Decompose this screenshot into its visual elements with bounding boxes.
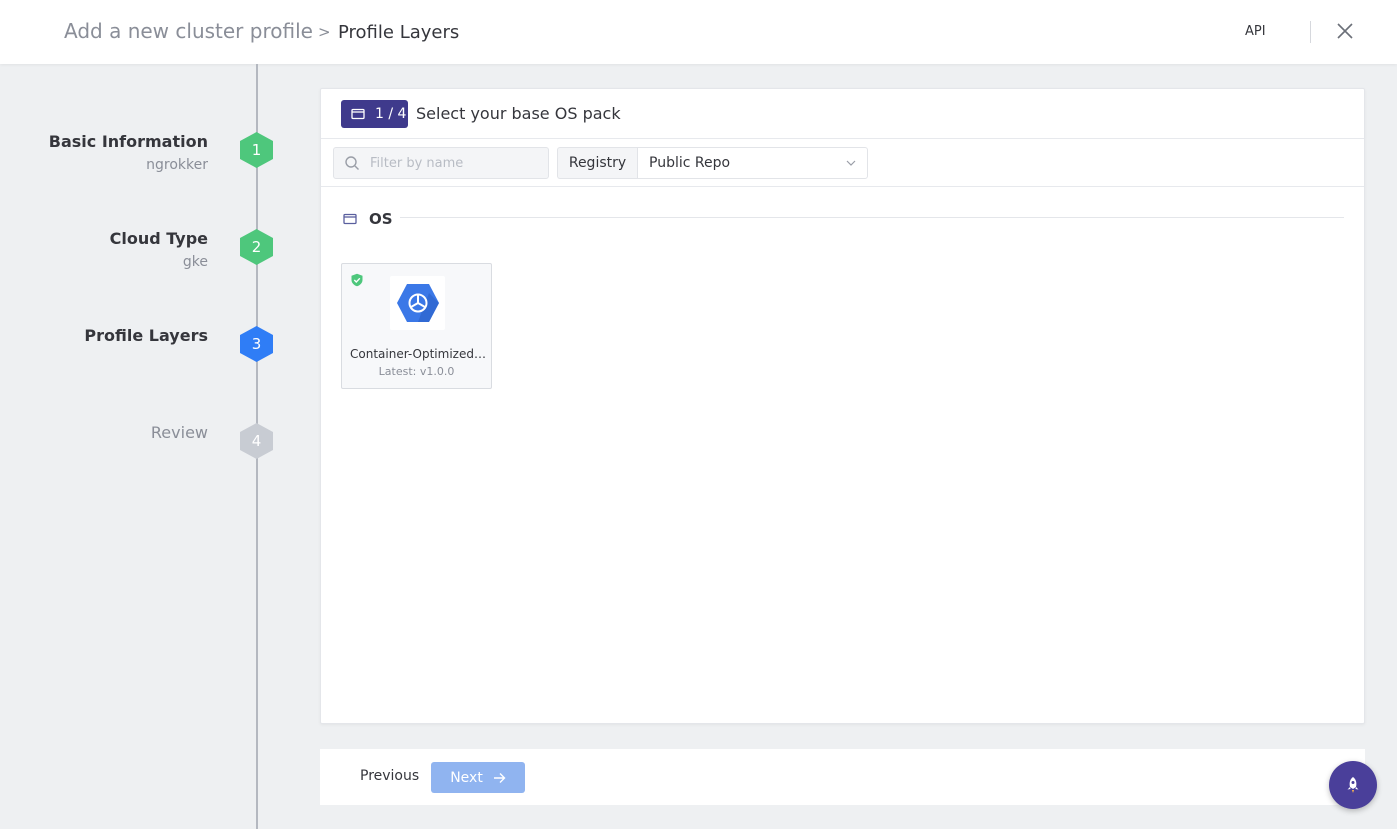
chevron-down-icon: [846, 160, 856, 166]
registry-select[interactable]: Public Repo: [637, 147, 868, 179]
close-icon: [1337, 23, 1353, 39]
layers-icon: [351, 108, 365, 120]
registry-select-value: Public Repo: [649, 155, 731, 171]
pack-logo: [390, 276, 445, 330]
step-progress-text: 1 / 4: [375, 106, 407, 122]
pack-version: Latest: v1.0.0: [378, 365, 455, 378]
section-divider: [400, 217, 1344, 218]
rocket-icon: [1347, 777, 1359, 793]
panel-header: 1 / 4 Select your base OS pack: [321, 89, 1364, 139]
api-link[interactable]: API: [1245, 24, 1266, 39]
pack-selection-panel: 1 / 4 Select your base OS pack Registry …: [320, 88, 1365, 724]
previous-button[interactable]: Previous: [360, 768, 419, 784]
pack-card[interactable]: Container-Optimized OS Latest: v1.0.0: [341, 263, 492, 389]
header-divider: [1310, 21, 1311, 43]
help-assistant-button[interactable]: [1329, 761, 1377, 809]
arrow-right-icon: [493, 772, 506, 783]
layer-icon: [343, 213, 357, 225]
breadcrumb-separator: >: [318, 23, 331, 41]
breadcrumb-current: Profile Layers: [338, 22, 460, 43]
search-icon: [345, 156, 359, 170]
step-title-profile-layers: Profile Layers: [84, 326, 208, 345]
panel-title: Select your base OS pack: [416, 104, 621, 123]
step-number: 2: [251, 238, 262, 256]
next-button[interactable]: Next: [431, 762, 525, 793]
step-marker-1: 1: [240, 132, 273, 168]
step-number: 3: [251, 335, 262, 353]
filter-bar: Registry Public Repo: [321, 139, 1364, 187]
search-input[interactable]: [370, 148, 540, 178]
step-subtitle-basic-information: ngrokker: [146, 157, 208, 173]
step-number: 4: [251, 432, 262, 450]
step-title-review: Review: [150, 423, 208, 442]
step-progress-badge: 1 / 4: [341, 100, 408, 128]
search-field: [333, 147, 549, 179]
verified-shield-icon: [351, 273, 363, 287]
step-title-cloud-type[interactable]: Cloud Type: [110, 229, 208, 248]
step-marker-4: 4: [240, 423, 273, 459]
wizard-footer: Previous Next: [320, 749, 1365, 805]
step-title-basic-information[interactable]: Basic Information: [49, 132, 208, 151]
os-section-header: OS: [343, 209, 393, 229]
close-button[interactable]: [1334, 20, 1356, 42]
gcp-container-os-icon: [396, 284, 439, 322]
breadcrumb-root[interactable]: Add a new cluster profile: [64, 19, 313, 43]
registry-label: Registry: [557, 147, 637, 179]
step-subtitle-cloud-type: gke: [182, 254, 208, 270]
header: Add a new cluster profile > Profile Laye…: [0, 0, 1397, 64]
step-marker-3: 3: [240, 326, 273, 362]
pack-name: Container-Optimized OS: [350, 347, 486, 361]
section-label: OS: [369, 210, 393, 228]
step-number: 1: [251, 141, 262, 159]
step-marker-2: 2: [240, 229, 273, 265]
next-button-label: Next: [450, 769, 483, 786]
